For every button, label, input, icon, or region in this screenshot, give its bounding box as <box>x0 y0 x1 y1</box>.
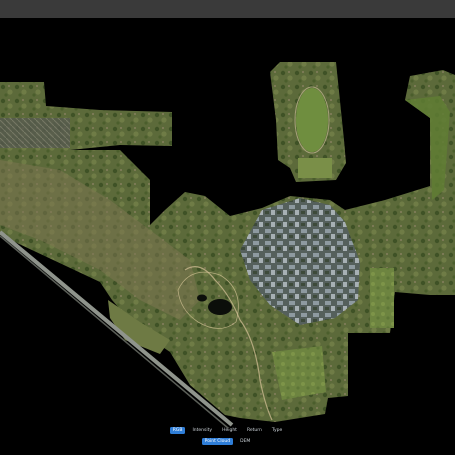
color-mode-intensity-button[interactable]: Intensity <box>189 427 215 434</box>
point-cloud-viewport[interactable] <box>0 18 455 455</box>
color-mode-toolbar: RGB Intensity Height Return Type <box>0 427 455 434</box>
color-mode-type-button[interactable]: Type <box>269 427 285 434</box>
rail-yard <box>0 118 70 148</box>
pond <box>197 294 207 302</box>
color-mode-rgb-button[interactable]: RGB <box>169 427 186 434</box>
view-mode-toolbar: Point Cloud DEM <box>0 438 455 445</box>
top-bar <box>0 0 455 18</box>
lake <box>208 299 232 315</box>
view-mode-dem-button[interactable]: DEM <box>237 438 253 445</box>
sports-pitch <box>296 88 328 152</box>
island-field-south <box>298 158 332 178</box>
color-mode-height-button[interactable]: Height <box>219 427 240 434</box>
point-cloud-map <box>0 62 455 429</box>
view-mode-point-cloud-button[interactable]: Point Cloud <box>201 438 234 445</box>
right-field <box>370 268 394 328</box>
right-green-strip <box>405 96 450 200</box>
color-mode-return-button[interactable]: Return <box>244 427 265 434</box>
